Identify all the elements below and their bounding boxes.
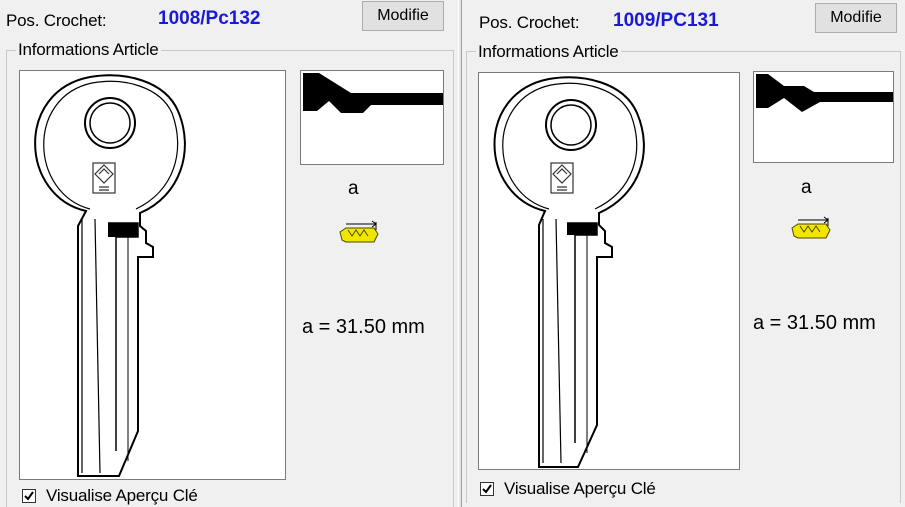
key-profile-image: [753, 71, 894, 163]
key-profile-icon: [303, 73, 443, 113]
key-image: [19, 70, 286, 480]
check-icon: [482, 484, 492, 494]
pos-crochet-value: 1009/PC131: [613, 10, 719, 31]
visualise-apercu-label: Visualise Aperçu Clé: [504, 479, 656, 498]
measure-text: a = 31.50 mm: [302, 316, 425, 338]
cut-letter: a: [348, 178, 359, 199]
modifie-button[interactable]: Modifie: [362, 1, 444, 31]
article-panel-left: Pos. Crochet: 1008/Pc132 Modifie Informa…: [0, 0, 458, 507]
pos-crochet-value: 1008/Pc132: [158, 8, 261, 29]
check-icon: [24, 491, 34, 501]
key-blank-icon: [493, 76, 645, 468]
measure-arrow-icon: [791, 216, 831, 239]
key-image: [478, 72, 740, 470]
key-profile-image: [300, 70, 444, 165]
key-blank-icon: [34, 74, 186, 477]
visualise-apercu-checkbox-row[interactable]: Visualise Aperçu Clé: [22, 486, 198, 506]
pos-crochet-label: Pos. Crochet:: [6, 11, 107, 30]
article-panel-right: Pos. Crochet: 1009/PC131 Modifie Informa…: [462, 0, 905, 507]
visualise-apercu-label: Visualise Aperçu Clé: [46, 486, 198, 505]
modifie-button[interactable]: Modifie: [815, 3, 897, 33]
measure-arrow-icon: [339, 220, 379, 243]
visualise-apercu-checkbox[interactable]: [480, 482, 494, 496]
visualise-apercu-checkbox-row[interactable]: Visualise Aperçu Clé: [480, 479, 656, 499]
informations-article-title: Informations Article: [476, 42, 621, 62]
cut-letter: a: [801, 177, 812, 198]
key-profile-icon: [756, 74, 893, 112]
measure-text: a = 31.50 mm: [753, 312, 876, 334]
visualise-apercu-checkbox[interactable]: [22, 489, 36, 503]
pos-crochet-label: Pos. Crochet:: [479, 13, 580, 32]
informations-article-title: Informations Article: [16, 40, 161, 60]
